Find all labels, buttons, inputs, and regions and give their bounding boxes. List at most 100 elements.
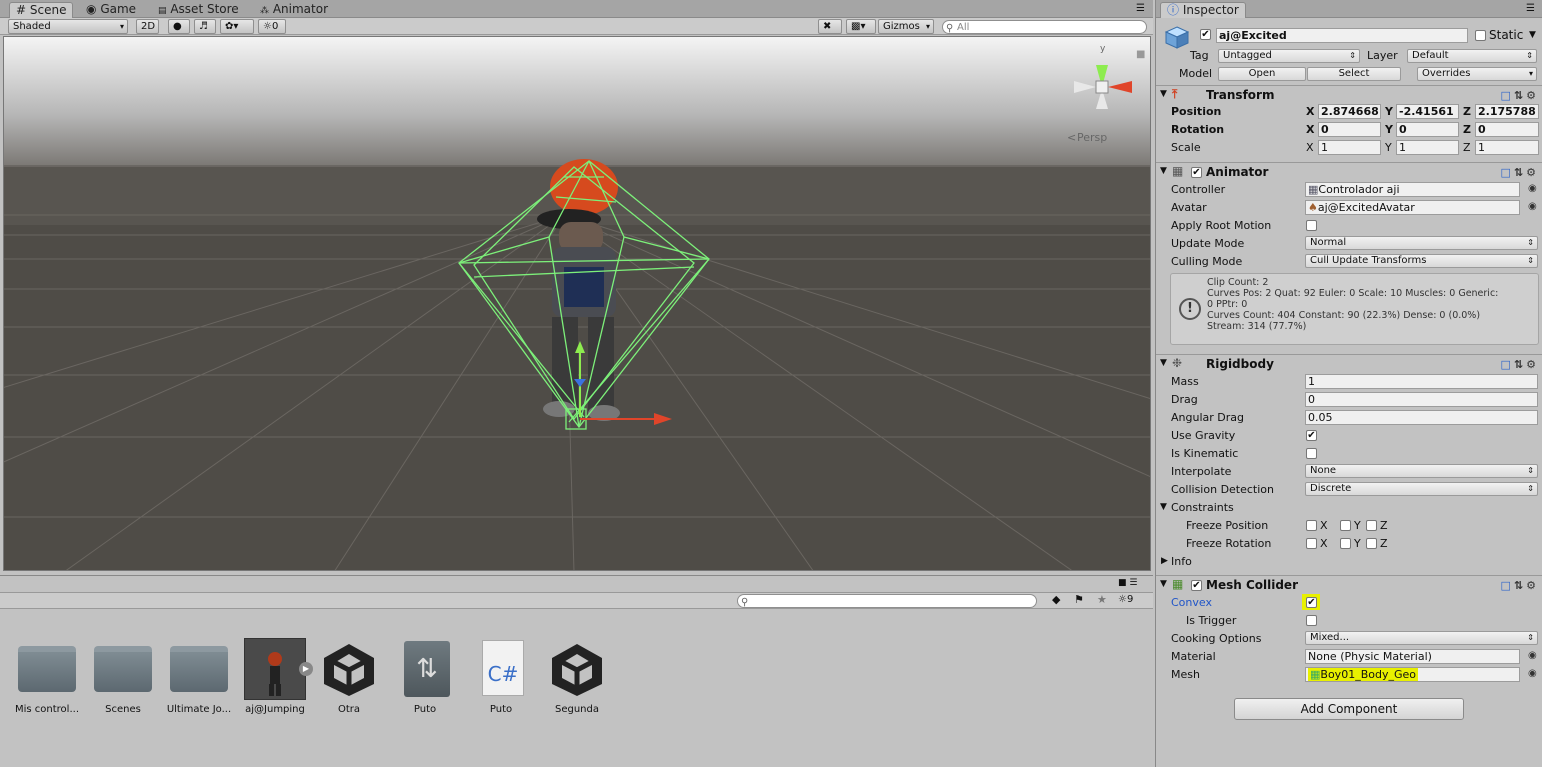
tag-dropdown[interactable]: Untagged ⇕ (1218, 49, 1360, 63)
add-component-button[interactable]: Add Component (1234, 698, 1464, 720)
static-dropdown-icon[interactable]: ▼ (1529, 30, 1536, 40)
animator-header[interactable]: ▼ ▦ ✔ Animator □⇅⚙ (1156, 162, 1542, 182)
interpolate-dropdown[interactable]: None ⇕ (1305, 464, 1538, 478)
preset-icon[interactable]: ⇅ (1514, 89, 1526, 102)
is-kinematic-checkbox[interactable] (1306, 448, 1317, 459)
project-search-input[interactable]: ⚲ (737, 594, 1037, 608)
camera-icon[interactable]: ▩▾ (846, 19, 876, 34)
transform-header[interactable]: ▼ ⤒ Transform □⇅⚙ (1156, 85, 1542, 105)
audio-icon[interactable]: ♬ (194, 19, 216, 34)
scene-viewport[interactable]: y ■ Persp < (3, 36, 1151, 571)
overrides-dropdown[interactable]: Overrides ▾ (1417, 67, 1537, 81)
collision-detection-dropdown[interactable]: Discrete ⇕ (1305, 482, 1538, 496)
controller-field[interactable]: ▦Controlador aji (1305, 182, 1520, 197)
material-field[interactable]: None (Physic Material) (1305, 649, 1520, 664)
mesh-collider-enabled-checkbox[interactable]: ✔ (1191, 580, 1202, 591)
lock-icon[interactable]: ■ ☰ (1118, 578, 1137, 588)
info-foldout-row[interactable]: ▶ Info (1156, 553, 1542, 571)
open-button[interactable]: Open (1218, 67, 1306, 81)
select-button[interactable]: Select (1307, 67, 1401, 81)
tab-game[interactable]: ◉ Game (80, 2, 142, 18)
favorite-star-icon[interactable]: ★ (1097, 593, 1107, 606)
component-tools[interactable]: □⇅⚙ (1501, 358, 1540, 371)
projection-label[interactable]: Persp (1077, 131, 1107, 144)
hidden-packages-toggle[interactable]: ☼9 (1118, 594, 1133, 605)
settings-gear-icon[interactable]: ⚙ (1526, 579, 1539, 592)
object-picker-icon[interactable]: ◉ (1528, 201, 1537, 212)
object-picker-icon[interactable]: ◉ (1528, 668, 1537, 679)
avatar-field[interactable]: ♠aj@ExcitedAvatar (1305, 200, 1520, 215)
cooking-options-dropdown[interactable]: Mixed... ⇕ (1305, 631, 1538, 645)
settings-gear-icon[interactable]: ⚙ (1526, 89, 1539, 102)
freeze-position-y-checkbox[interactable] (1340, 520, 1351, 531)
help-icon[interactable]: □ (1501, 358, 1514, 371)
scale-x-field[interactable]: 1 (1318, 140, 1381, 155)
effects-icon[interactable]: ✿▾ (220, 19, 254, 34)
object-picker-icon[interactable]: ◉ (1528, 650, 1537, 661)
help-icon[interactable]: □ (1501, 166, 1514, 179)
scale-z-field[interactable]: 1 (1475, 140, 1539, 155)
component-tools[interactable]: □⇅⚙ (1501, 89, 1540, 102)
freeze-rotation-y-checkbox[interactable] (1340, 538, 1351, 549)
scale-y-field[interactable]: 1 (1396, 140, 1459, 155)
foldout-arrow-icon: ▼ (1160, 502, 1167, 512)
2d-toggle[interactable]: 2D (136, 19, 159, 34)
object-name-field[interactable]: aj@Excited (1216, 28, 1468, 43)
panel-menu-icon[interactable]: ☰ (1136, 3, 1145, 14)
mesh-collider-header[interactable]: ▼ ▦ ✔ Mesh Collider □⇅⚙ (1156, 575, 1542, 595)
static-checkbox[interactable] (1475, 30, 1486, 41)
help-icon[interactable]: □ (1501, 579, 1514, 592)
object-picker-icon[interactable]: ◉ (1528, 183, 1537, 194)
use-gravity-checkbox[interactable]: ✔ (1306, 430, 1317, 441)
filter-type-icon[interactable]: ◆ (1052, 593, 1060, 606)
tab-inspector[interactable]: ⓘ Inspector (1160, 2, 1246, 18)
preset-icon[interactable]: ⇅ (1514, 358, 1526, 371)
rotation-x-field[interactable]: 0 (1318, 122, 1381, 137)
apply-root-motion-checkbox[interactable] (1306, 220, 1317, 231)
component-tools[interactable]: □⇅⚙ (1501, 166, 1540, 179)
culling-mode-dropdown[interactable]: Cull Update Transforms ⇕ (1305, 254, 1538, 268)
shading-dropdown[interactable]: Shaded ▾ (8, 19, 128, 34)
angular-drag-field[interactable]: 0.05 (1305, 410, 1538, 425)
settings-gear-icon[interactable]: ⚙ (1526, 166, 1539, 179)
active-checkbox[interactable]: ✔ (1200, 29, 1211, 40)
is-trigger-checkbox[interactable] (1306, 615, 1317, 626)
rotation-y-field[interactable]: 0 (1396, 122, 1459, 137)
csharp-script-icon: C# (482, 640, 524, 696)
lock-icon[interactable]: ■ (1136, 49, 1145, 60)
tab-scene[interactable]: # Scene (9, 2, 74, 18)
update-mode-dropdown[interactable]: Normal ⇕ (1305, 236, 1538, 250)
freeze-rotation-z-checkbox[interactable] (1366, 538, 1377, 549)
tools-icon[interactable]: ✖ (818, 19, 842, 34)
component-tools[interactable]: □⇅⚙ (1501, 579, 1540, 592)
expand-arrow-icon[interactable]: ▶ (299, 662, 313, 676)
freeze-rotation-x-checkbox[interactable] (1306, 538, 1317, 549)
mesh-field[interactable]: ▦Boy01_Body_Geo (1305, 667, 1520, 682)
convex-checkbox[interactable]: ✔ (1306, 597, 1317, 608)
panel-menu-icon[interactable]: ☰ (1526, 3, 1535, 14)
settings-gear-icon[interactable]: ⚙ (1526, 358, 1539, 371)
freeze-position-x-checkbox[interactable] (1306, 520, 1317, 531)
animator-enabled-checkbox[interactable]: ✔ (1191, 167, 1202, 178)
help-icon[interactable]: □ (1501, 89, 1514, 102)
position-z-field[interactable]: 2.175788 (1475, 104, 1539, 119)
freeze-position-z-checkbox[interactable] (1366, 520, 1377, 531)
is-kinematic-row: Is Kinematic (1156, 445, 1542, 463)
rigidbody-header[interactable]: ▼ ❉ Rigidbody □⇅⚙ (1156, 354, 1542, 374)
lighting-icon[interactable]: ● (168, 19, 190, 34)
mass-field[interactable]: 1 (1305, 374, 1538, 389)
preset-icon[interactable]: ⇅ (1514, 579, 1526, 592)
constraints-row[interactable]: ▼ Constraints (1156, 499, 1542, 517)
preset-icon[interactable]: ⇅ (1514, 166, 1526, 179)
tab-asset-store[interactable]: ▤ Asset Store (152, 2, 245, 18)
position-y-field[interactable]: -2.41561 (1396, 104, 1459, 119)
rotation-z-field[interactable]: 0 (1475, 122, 1539, 137)
layer-dropdown[interactable]: Default ⇕ (1407, 49, 1537, 63)
tab-animator[interactable]: ⁂ Animator (254, 2, 334, 18)
scene-search-input[interactable]: ⚲ All (942, 20, 1147, 34)
label-tag-icon[interactable]: ⚑ (1074, 593, 1084, 606)
drag-field[interactable]: 0 (1305, 392, 1538, 407)
hidden-objects-toggle[interactable]: ☼0 (258, 19, 286, 34)
gizmos-dropdown[interactable]: Gizmos ▾ (878, 19, 934, 34)
position-x-field[interactable]: 2.874668 (1318, 104, 1381, 119)
